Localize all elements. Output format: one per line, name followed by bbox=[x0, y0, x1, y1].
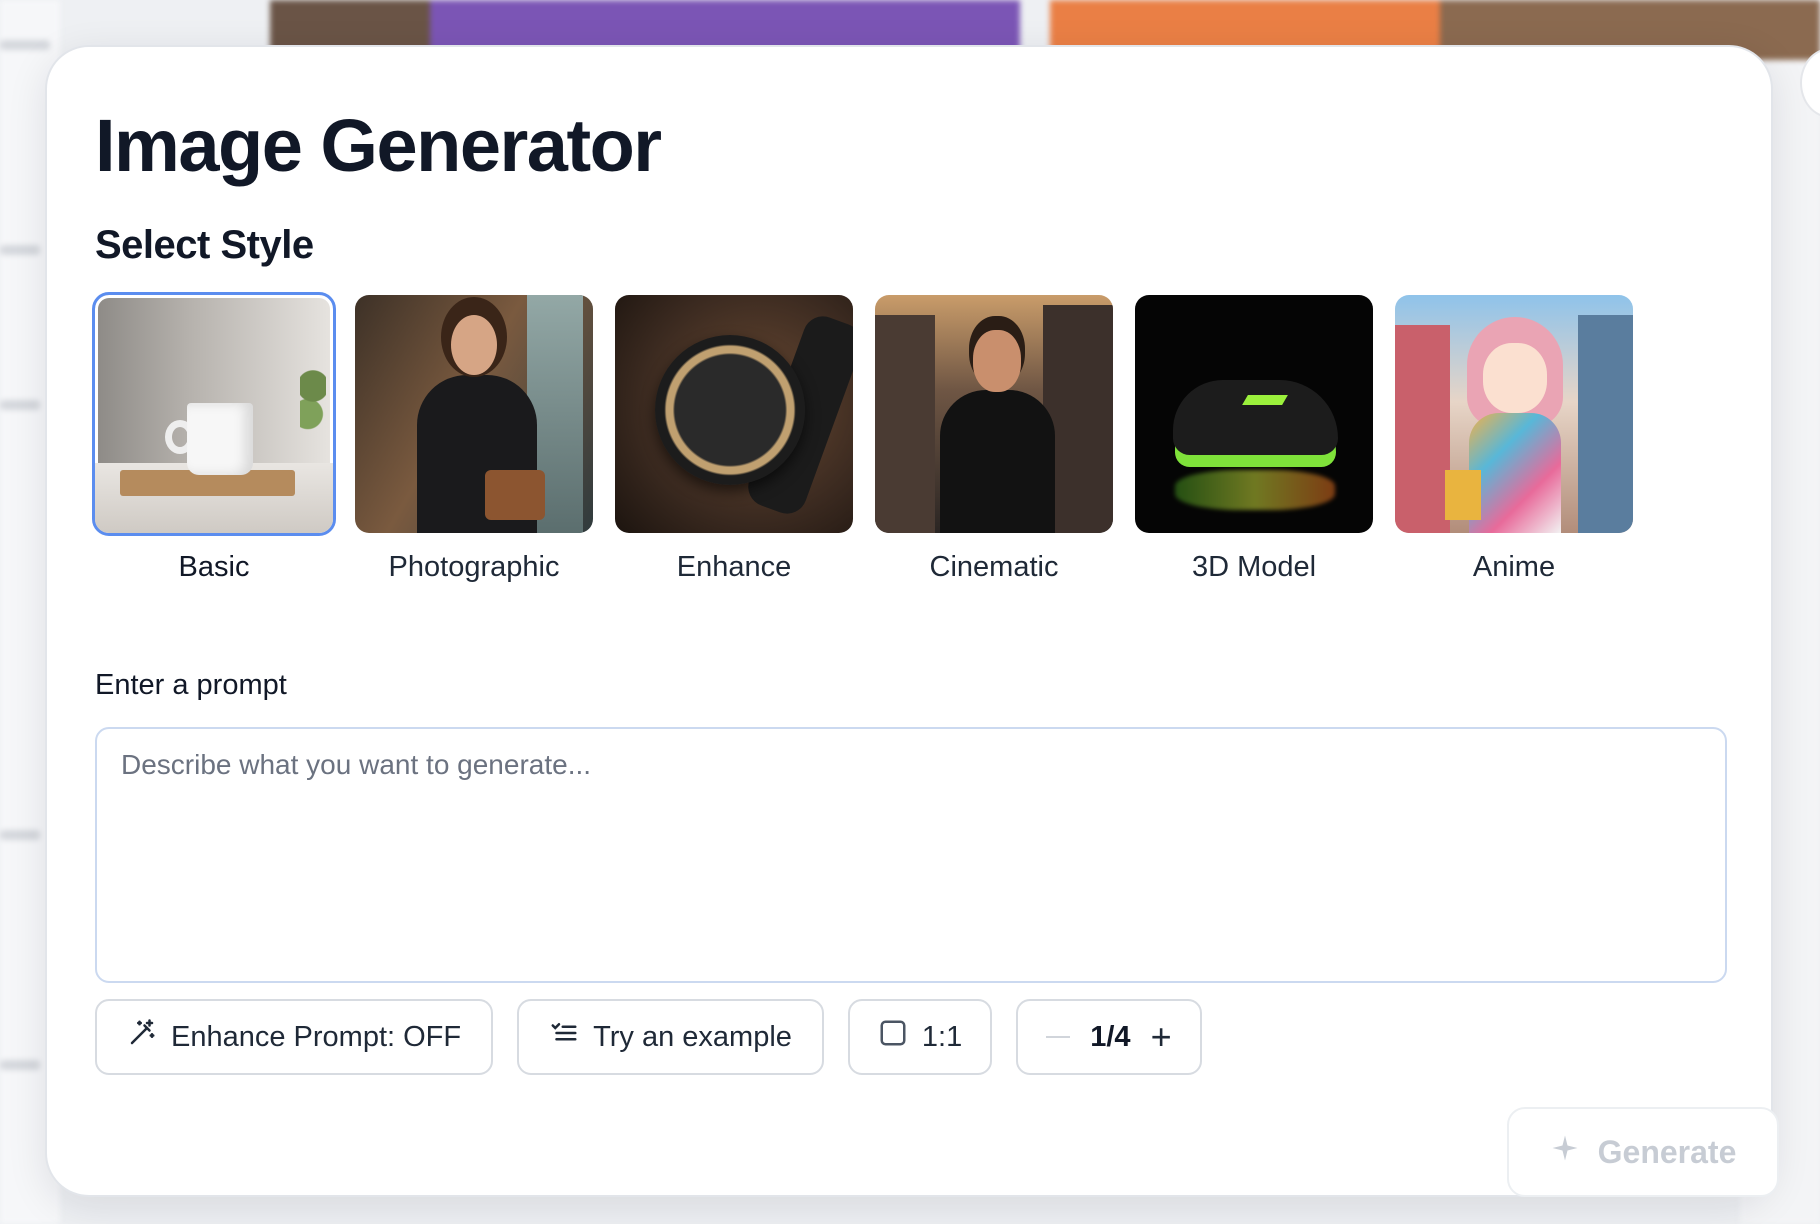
background-line bbox=[0, 245, 40, 255]
magic-wand-icon bbox=[127, 1018, 157, 1056]
decrement-button[interactable] bbox=[1046, 1036, 1071, 1038]
style-option-basic[interactable]: Basic bbox=[92, 292, 336, 584]
cinematic-thumbnail bbox=[875, 295, 1113, 533]
enhance-prompt-toggle[interactable]: Enhance Prompt: OFF bbox=[95, 999, 494, 1075]
style-label: Anime bbox=[1472, 551, 1556, 583]
style-label: Enhance bbox=[676, 551, 792, 583]
style-picker: Basic Photographic Enhance Cinematic 3D … bbox=[92, 292, 1633, 584]
generate-label: Generate bbox=[1597, 1133, 1737, 1170]
style-option-anime[interactable]: Anime bbox=[1395, 295, 1633, 584]
style-option-photographic[interactable]: Photographic bbox=[355, 295, 593, 584]
photographic-thumbnail bbox=[355, 295, 593, 533]
style-label: Cinematic bbox=[929, 551, 1059, 583]
select-style-heading: Select Style bbox=[95, 223, 314, 267]
style-label: Basic bbox=[178, 551, 250, 583]
enhance-thumbnail bbox=[615, 295, 853, 533]
prompt-input[interactable] bbox=[95, 727, 1727, 983]
3d-model-thumbnail bbox=[1135, 295, 1373, 533]
style-option-enhance[interactable]: Enhance bbox=[615, 295, 853, 584]
generate-button[interactable]: Generate bbox=[1507, 1107, 1779, 1197]
prompt-label: Enter a prompt bbox=[95, 669, 287, 701]
square-icon bbox=[878, 1018, 908, 1056]
background-line bbox=[0, 40, 50, 50]
increment-button[interactable]: + bbox=[1151, 1019, 1172, 1055]
image-count-stepper: 1/4 + bbox=[1016, 999, 1202, 1075]
try-example-button[interactable]: Try an example bbox=[517, 999, 824, 1075]
sparkle-icon bbox=[1550, 1133, 1580, 1171]
image-generator-modal: Image Generator Select Style Basic Photo… bbox=[45, 45, 1779, 1197]
style-option-cinematic[interactable]: Cinematic bbox=[875, 295, 1113, 584]
list-icon bbox=[549, 1018, 579, 1056]
basic-thumbnail bbox=[92, 292, 336, 536]
background-line bbox=[0, 830, 40, 840]
try-example-label: Try an example bbox=[593, 1020, 792, 1053]
style-label: Photographic bbox=[388, 551, 560, 583]
enhance-prompt-label: Enhance Prompt: OFF bbox=[171, 1020, 462, 1053]
aspect-ratio-selector[interactable]: 1:1 bbox=[847, 999, 993, 1075]
anime-thumbnail bbox=[1395, 295, 1633, 533]
style-option-3d-model[interactable]: 3D Model bbox=[1135, 295, 1373, 584]
image-count-value: 1/4 bbox=[1090, 1020, 1131, 1053]
style-label: 3D Model bbox=[1191, 551, 1317, 583]
prompt-controls: Enhance Prompt: OFF Try an example 1:1 1… bbox=[95, 999, 1202, 1075]
page-title: Image Generator bbox=[95, 104, 662, 187]
aspect-ratio-label: 1:1 bbox=[921, 1020, 963, 1053]
background-line bbox=[0, 400, 40, 410]
background-line bbox=[0, 1060, 40, 1070]
